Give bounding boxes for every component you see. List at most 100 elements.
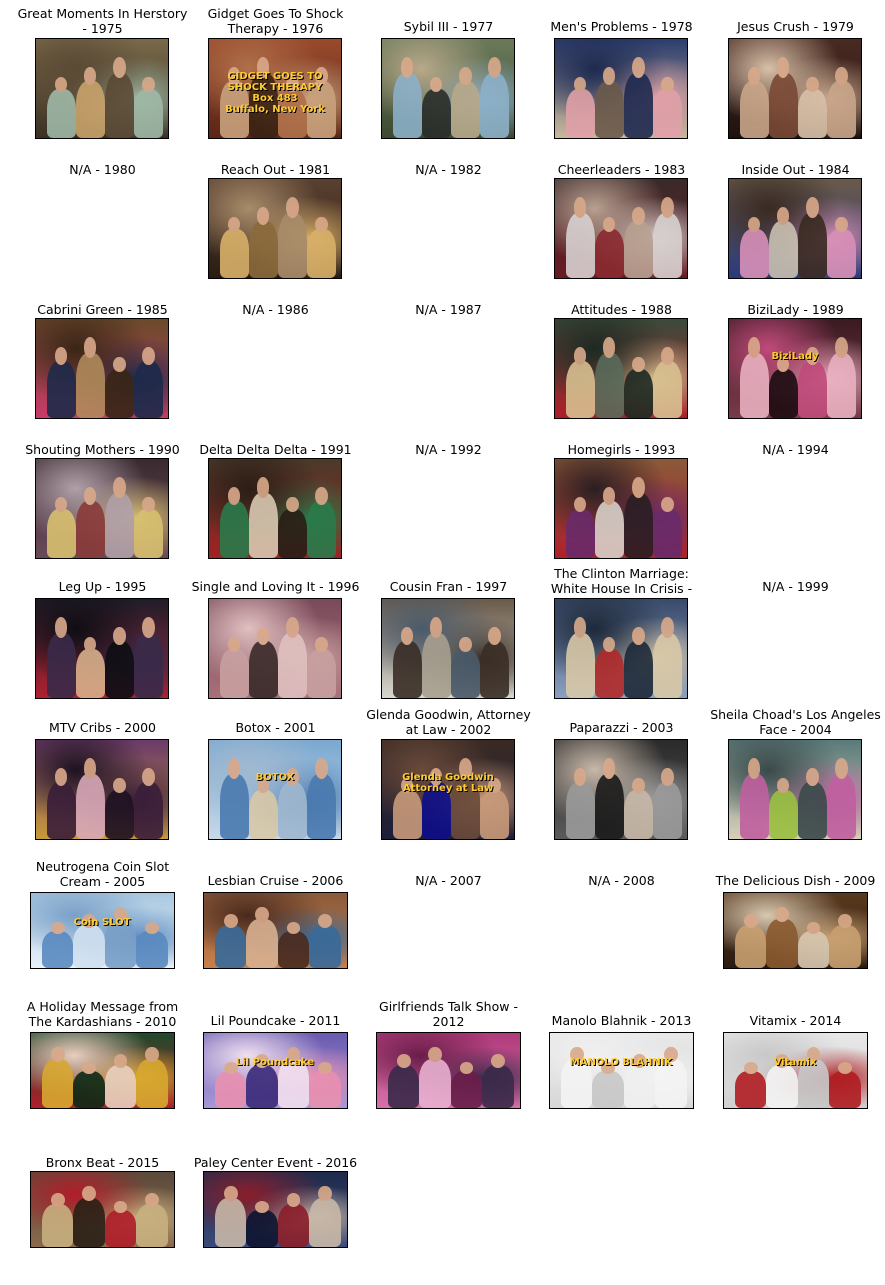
person-figure (75, 757, 105, 839)
person-figure (450, 636, 480, 698)
person-figure (46, 496, 76, 558)
sketch-thumbnail[interactable]: BOTOX (208, 739, 342, 840)
person-figure (652, 346, 682, 418)
sketch-title: Shouting Mothers - 1990 (25, 442, 180, 457)
person-figure (104, 356, 134, 418)
person-figure (214, 1061, 247, 1108)
person-figure (104, 56, 134, 138)
thumbnail-caption: BiziLady (771, 350, 819, 362)
thumbnail-caption: MANOLO BLAHNIK (569, 1057, 673, 1068)
person-figure (768, 356, 798, 418)
person-figure (479, 56, 509, 138)
person-figure (592, 1061, 624, 1108)
person-figure (136, 1046, 168, 1108)
sketch-title: N/A - 2008 (588, 873, 655, 888)
sketch-thumbnail[interactable] (554, 739, 688, 840)
person-figure (797, 346, 827, 418)
person-figure (450, 66, 480, 138)
person-figure (623, 476, 653, 558)
sketch-title: Girlfriends Talk Show - 2012 (379, 999, 518, 1029)
sketch-title: N/A - 1987 (415, 302, 482, 317)
sketch-title: Glenda Goodwin, Attorney at Law - 2002 (366, 707, 531, 737)
person-figure (46, 616, 76, 698)
sketch-thumbnail[interactable] (202, 892, 348, 969)
person-figure (565, 346, 595, 418)
person-figure (75, 486, 105, 558)
person-figure (136, 1193, 168, 1247)
sketch-thumbnail[interactable] (375, 1032, 521, 1109)
sketch-title: Leg Up - 1995 (58, 579, 147, 594)
person-figure (214, 1185, 247, 1247)
sketch-title: Homegirls - 1993 (567, 442, 676, 457)
person-figure (826, 66, 856, 138)
person-figure (768, 56, 798, 138)
sketch-thumbnail[interactable] (35, 458, 169, 559)
sketch-thumbnail[interactable] (29, 1171, 175, 1248)
sketch-title: Jesus Crush - 1979 (737, 19, 854, 34)
sketch-title: Sheila Choad's Los Angeles Face - 2004 (710, 707, 881, 737)
person-figure (41, 1193, 74, 1247)
sketch-thumbnail[interactable] (554, 598, 688, 699)
sketch-title: Delta Delta Delta - 1991 (199, 442, 352, 457)
sketch-thumbnail[interactable] (29, 1032, 175, 1109)
sketch-title: Paley Center Event - 2016 (193, 1155, 358, 1170)
person-figure (421, 616, 451, 698)
sketch-thumbnail[interactable] (202, 1171, 348, 1248)
sketch-thumbnail[interactable] (554, 318, 688, 419)
person-figure (46, 767, 76, 839)
sketch-thumbnail[interactable] (35, 598, 169, 699)
sketch-thumbnail[interactable] (381, 598, 515, 699)
sketch-thumbnail[interactable] (35, 38, 169, 139)
person-figure (219, 216, 249, 278)
person-figure (652, 767, 682, 839)
person-figure (482, 1054, 514, 1108)
person-figure (246, 1054, 278, 1108)
sketch-thumbnail[interactable]: Glenda Goodwin Attorney at Law (381, 739, 515, 840)
person-figure (623, 206, 653, 278)
sketch-thumbnail[interactable] (554, 458, 688, 559)
person-figure (219, 486, 249, 558)
person-figure (277, 767, 307, 839)
sketch-thumbnail[interactable] (35, 318, 169, 419)
person-figure (133, 616, 163, 698)
person-figure (277, 921, 310, 968)
person-figure (46, 346, 76, 418)
sketch-thumbnail[interactable] (208, 178, 342, 279)
person-figure (387, 1054, 420, 1108)
sketch-title: Neutrogena Coin Slot Cream - 2005 (35, 859, 170, 889)
sketch-thumbnail[interactable] (35, 739, 169, 840)
person-figure (392, 626, 422, 698)
person-figure (565, 767, 595, 839)
sketch-thumbnail[interactable] (554, 38, 688, 139)
sketch-thumbnail[interactable] (722, 892, 868, 969)
person-figure (219, 636, 249, 698)
sketch-title: N/A - 2007 (415, 873, 482, 888)
thumbnail-caption: Lil Poundcake (235, 1057, 315, 1068)
sketch-thumbnail[interactable]: BiziLady (728, 318, 862, 419)
sketch-thumbnail[interactable] (728, 739, 862, 840)
sketch-title: Manolo Blahnik - 2013 (551, 1013, 692, 1028)
sketch-title: Single and Loving It - 1996 (191, 579, 360, 594)
person-figure (739, 757, 769, 839)
sketch-thumbnail[interactable]: Vitamix (722, 1032, 868, 1109)
person-figure (565, 196, 595, 278)
sketch-thumbnail[interactable] (728, 38, 862, 139)
sketch-thumbnail[interactable] (208, 458, 342, 559)
sketch-thumbnail[interactable] (381, 38, 515, 139)
person-figure (421, 76, 451, 138)
sketch-thumbnail[interactable] (554, 178, 688, 279)
person-figure (479, 626, 509, 698)
sketch-thumbnail[interactable] (728, 178, 862, 279)
sketch-thumbnail[interactable]: Lil Poundcake (202, 1032, 348, 1109)
sketch-thumbnail[interactable]: Coin SLOT (29, 892, 175, 969)
sketch-title: Cabrini Green - 1985 (37, 302, 168, 317)
person-figure (739, 216, 769, 278)
sketch-thumbnail[interactable]: MANOLO BLAHNIK (548, 1032, 694, 1109)
person-figure (104, 1054, 137, 1108)
sketch-title: The Delicious Dish - 2009 (715, 873, 876, 888)
person-figure (214, 914, 247, 968)
person-figure (829, 914, 861, 968)
sketch-thumbnail[interactable]: GIDGET GOES TO SHOCK THERAPY Box 483 Buf… (208, 38, 342, 139)
sketch-thumbnail[interactable] (208, 598, 342, 699)
person-figure (75, 66, 105, 138)
